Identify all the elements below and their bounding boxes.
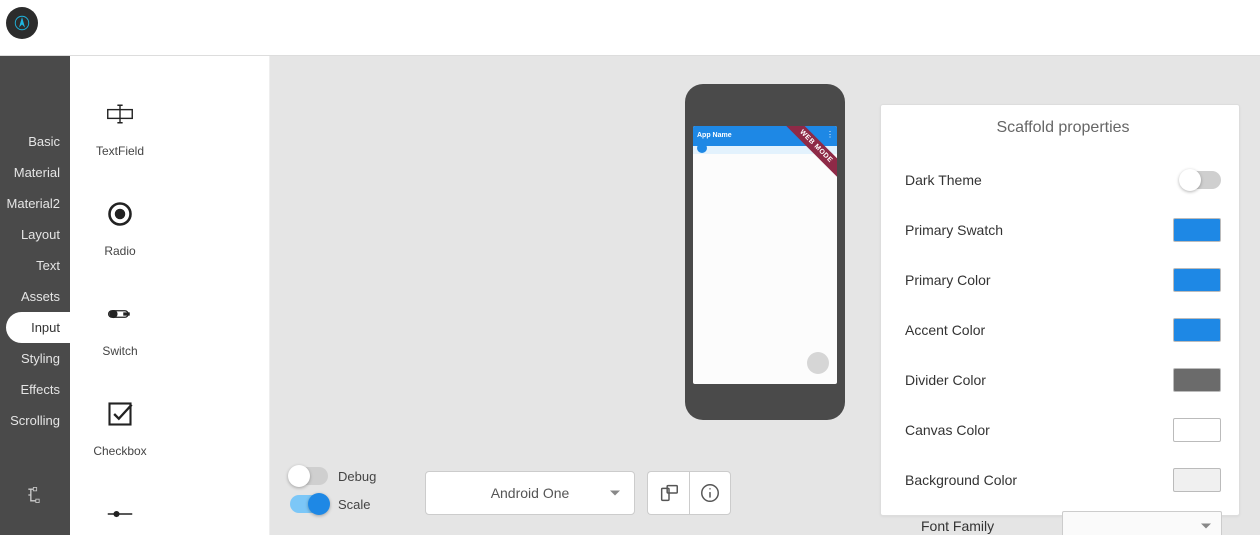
sidebar-item-text[interactable]: Text: [0, 250, 70, 281]
scale-toggle[interactable]: [290, 495, 328, 513]
chevron-down-icon: [1201, 524, 1211, 529]
sidebar-item-assets[interactable]: Assets: [0, 281, 70, 312]
font-family-dropdown[interactable]: [1062, 511, 1222, 535]
textfield-icon: [106, 100, 134, 128]
device-screen[interactable]: App Name ⋮ WEB MODE: [693, 126, 837, 384]
primary-color-label: Primary Color: [905, 272, 991, 288]
compass-icon: [13, 14, 31, 32]
sidebar-item-layout[interactable]: Layout: [0, 219, 70, 250]
phone-app-title: App Name: [697, 132, 732, 139]
dark-theme-label: Dark Theme: [905, 172, 982, 188]
tree-icon: [25, 485, 45, 505]
device-frame: App Name ⋮ WEB MODE: [685, 84, 845, 420]
canvas-color-picker[interactable]: [1173, 418, 1221, 442]
sidebar-item-material2[interactable]: Material2: [0, 188, 70, 219]
canvas-toggles: Debug Scale: [290, 467, 376, 513]
phone-fab[interactable]: [807, 352, 829, 374]
design-canvas[interactable]: App Name ⋮ WEB MODE Debug Scale: [270, 56, 1260, 535]
primary-color-picker[interactable]: [1173, 268, 1221, 292]
sidebar-item-effects[interactable]: Effects: [0, 374, 70, 405]
app-logo: [6, 7, 38, 39]
widget-textfield[interactable]: TextField: [70, 76, 170, 176]
background-color-label: Background Color: [905, 472, 1017, 488]
checkbox-icon: [106, 400, 134, 428]
slider-icon: [106, 500, 134, 528]
info-icon: [699, 482, 721, 504]
widget-switch[interactable]: Switch: [70, 276, 170, 376]
properties-panel: Scaffold properties Dark Theme Primary S…: [880, 104, 1240, 516]
scale-label: Scale: [338, 497, 371, 512]
font-family-label: Font Family: [921, 518, 994, 534]
widget-palette: TextField Radio Switch Checkbox Slider: [70, 56, 270, 535]
phone-tab-indicator: [697, 143, 707, 153]
background-color-picker[interactable]: [1173, 468, 1221, 492]
category-sidebar: Basic Material Material2 Layout Text Ass…: [0, 56, 70, 535]
font-family-row: Font Family: [897, 511, 1222, 535]
switch-icon: [107, 301, 133, 327]
widget-slider[interactable]: Slider: [70, 476, 170, 535]
sidebar-item-material[interactable]: Material: [0, 157, 70, 188]
divider-color-picker[interactable]: [1173, 368, 1221, 392]
sidebar-item-scrolling[interactable]: Scrolling: [0, 405, 70, 436]
rotate-icon: [658, 482, 680, 504]
widget-tree-button[interactable]: [0, 485, 70, 505]
primary-swatch-picker[interactable]: [1173, 218, 1221, 242]
web-mode-badge: WEB MODE: [777, 126, 837, 186]
device-dropdown[interactable]: Android One: [425, 471, 635, 515]
accent-color-picker[interactable]: [1173, 318, 1221, 342]
chevron-down-icon: [610, 491, 620, 496]
sidebar-item-basic[interactable]: Basic: [0, 126, 70, 157]
properties-title: Scaffold properties: [905, 119, 1221, 137]
divider-color-label: Divider Color: [905, 372, 986, 388]
widget-radio[interactable]: Radio: [70, 176, 170, 276]
accent-color-label: Accent Color: [905, 322, 985, 338]
widget-checkbox[interactable]: Checkbox: [70, 376, 170, 476]
sidebar-item-styling[interactable]: Styling: [0, 343, 70, 374]
top-bar: [0, 0, 1260, 56]
dark-theme-toggle[interactable]: [1181, 171, 1221, 189]
sidebar-item-input[interactable]: Input: [6, 312, 70, 343]
canvas-color-label: Canvas Color: [905, 422, 990, 438]
primary-swatch-label: Primary Swatch: [905, 222, 1003, 238]
debug-toggle[interactable]: [290, 467, 328, 485]
rotate-device-button[interactable]: [647, 471, 689, 515]
device-info-button[interactable]: [689, 471, 731, 515]
debug-label: Debug: [338, 469, 376, 484]
radio-icon: [106, 200, 134, 228]
